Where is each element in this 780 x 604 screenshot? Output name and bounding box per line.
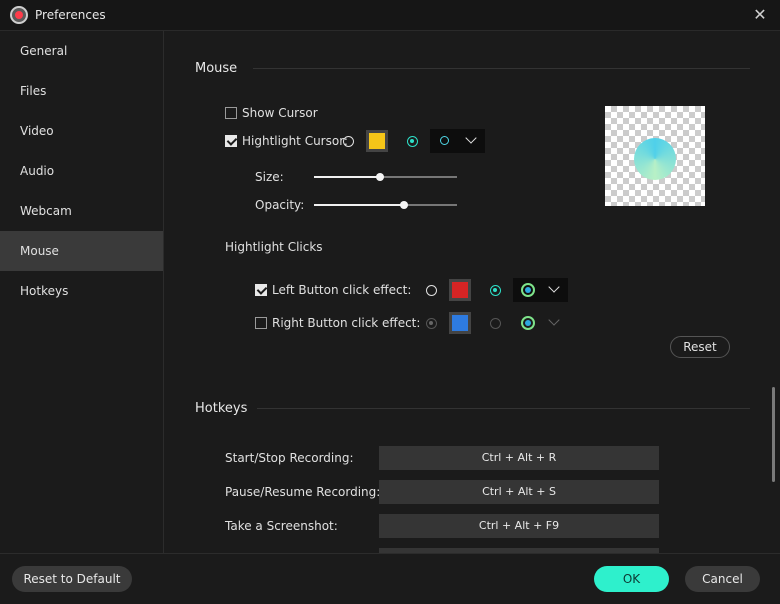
sidebar: General Files Video Audio Webcam Mouse H…	[0, 31, 164, 553]
settings-panel: Mouse Show Cursor Hightlight Cursor: Siz…	[165, 31, 780, 553]
sidebar-item-audio[interactable]: Audio	[0, 151, 163, 191]
left-click-style-dropdown[interactable]	[513, 278, 568, 302]
sidebar-item-hotkeys[interactable]: Hotkeys	[0, 271, 163, 311]
hotkey-label: Pause/Resume Recording:	[225, 485, 381, 499]
size-slider[interactable]	[314, 173, 457, 181]
right-click-checkbox[interactable]	[255, 317, 267, 329]
chevron-down-icon	[548, 281, 560, 293]
window-title: Preferences	[35, 8, 106, 22]
title-bar: Preferences ✕	[0, 0, 780, 31]
section-divider	[253, 68, 750, 69]
hotkey-field-start-stop[interactable]: Ctrl + Alt + R	[379, 446, 659, 470]
opacity-label: Opacity:	[255, 198, 305, 212]
sidebar-item-files[interactable]: Files	[0, 71, 163, 111]
highlight-color-radio[interactable]	[343, 136, 354, 147]
right-click-color-radio[interactable]	[426, 318, 437, 329]
highlight-color-swatch[interactable]	[366, 130, 388, 152]
mouse-section-title: Mouse	[195, 61, 238, 76]
highlight-style-radio[interactable]	[407, 136, 418, 147]
highlight-ring-preview	[634, 138, 676, 180]
highlight-cursor-checkbox[interactable]	[225, 135, 237, 147]
ripple-style-icon	[521, 283, 535, 297]
right-click-style-radio[interactable]	[490, 318, 501, 329]
sidebar-item-video[interactable]: Video	[0, 111, 163, 151]
sidebar-item-webcam[interactable]: Webcam	[0, 191, 163, 231]
left-click-checkbox[interactable]	[255, 284, 267, 296]
chevron-down-icon	[548, 314, 560, 326]
close-icon[interactable]: ✕	[750, 5, 770, 25]
size-label: Size:	[255, 170, 284, 184]
left-click-label: Left Button click effect:	[272, 283, 412, 297]
reset-to-default-button[interactable]: Reset to Default	[12, 566, 132, 592]
highlight-cursor-label: Hightlight Cursor:	[242, 134, 348, 148]
left-click-color-radio[interactable]	[426, 285, 437, 296]
opacity-slider[interactable]	[314, 201, 457, 209]
hotkey-label: Take a Screenshot:	[225, 519, 338, 533]
scrollbar-thumb[interactable]	[772, 387, 775, 482]
highlight-clicks-label: Hightlight Clicks	[225, 240, 323, 254]
sidebar-item-mouse[interactable]: Mouse	[0, 231, 163, 271]
right-click-color-swatch[interactable]	[449, 312, 471, 334]
hotkey-field-pause-resume[interactable]: Ctrl + Alt + S	[379, 480, 659, 504]
footer-bar: Reset to Default OK Cancel	[0, 553, 780, 604]
ring-style-icon	[440, 136, 449, 145]
right-click-style-dropdown[interactable]	[513, 311, 568, 335]
left-click-style-radio[interactable]	[490, 285, 501, 296]
opacity-slider-thumb[interactable]	[400, 201, 409, 209]
hotkey-label: Start/Stop Recording:	[225, 451, 354, 465]
hotkey-field-screenshot[interactable]: Ctrl + Alt + F9	[379, 514, 659, 538]
app-logo-icon	[10, 6, 28, 24]
ok-button[interactable]: OK	[594, 566, 669, 592]
cancel-button[interactable]: Cancel	[685, 566, 760, 592]
left-click-color-swatch[interactable]	[449, 279, 471, 301]
show-cursor-checkbox[interactable]	[225, 107, 237, 119]
right-click-label: Right Button click effect:	[272, 316, 421, 330]
reset-button[interactable]: Reset	[670, 336, 730, 358]
size-slider-thumb[interactable]	[375, 173, 384, 181]
show-cursor-label: Show Cursor	[242, 106, 318, 120]
ripple-style-icon	[521, 316, 535, 330]
hotkeys-section-title: Hotkeys	[195, 401, 248, 416]
sidebar-item-general[interactable]: General	[0, 31, 163, 71]
chevron-down-icon	[465, 132, 477, 144]
highlight-style-dropdown[interactable]	[430, 129, 485, 153]
cursor-preview	[605, 106, 705, 206]
section-divider	[257, 408, 750, 409]
